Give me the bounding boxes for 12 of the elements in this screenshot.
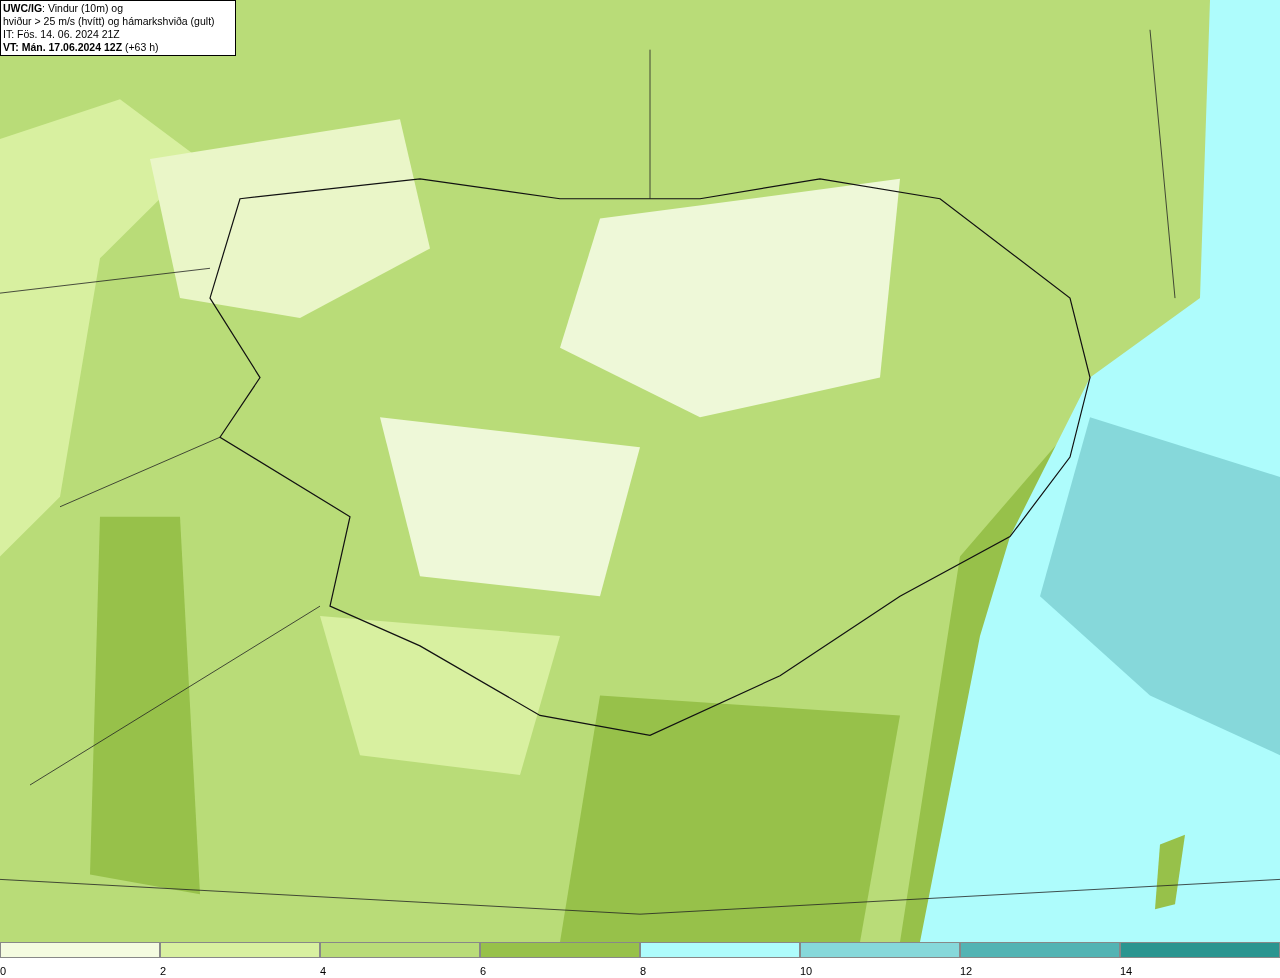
legend-label: 0 [0,965,7,977]
legend-label: 14 [1120,965,1133,977]
title-line: VT: Mán. 17.06.2024 12Z (+63 h) [3,41,160,54]
title-line: UWC/IG: Vindur (10m) og [3,2,124,15]
legend-label: 10 [800,965,813,977]
legend-label: 8 [640,965,647,977]
legend-label: 4 [320,965,327,977]
legend-label: 2 [160,965,167,977]
title-line: hviður > 25 m/s (hvítt) og hámarkshviða (gult) [3,15,216,28]
legend-label: 6 [480,965,487,977]
title-line: IT: Fös. 14. 06. 2024 21Z [3,28,121,41]
legend-label: 12 [960,965,973,977]
